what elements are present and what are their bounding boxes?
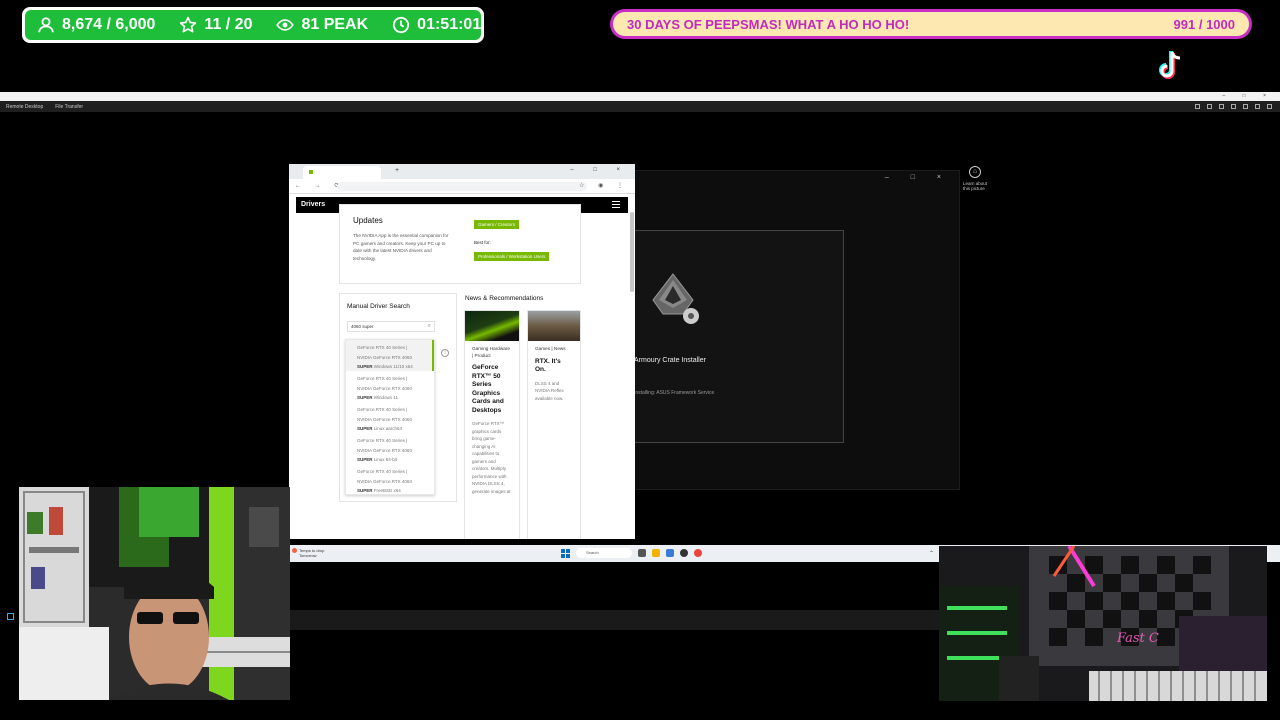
armoury-window-controls[interactable]: – □ ×	[885, 174, 951, 181]
search-icon[interactable]: ⌕	[428, 323, 431, 330]
remote-desktop-bottom-area	[289, 610, 939, 630]
news-card[interactable]: Games | News RTX. It's On. DLSS 4 and NV…	[527, 310, 581, 539]
search-result-item[interactable]: GeForce RTX 40 Series | NVIDIA GeForce R…	[346, 340, 434, 371]
info-icon[interactable]: i	[441, 349, 449, 357]
browser-window: + – □ × ← → ⟳ ☆ ◉ ⋮ Drivers Updates The …	[289, 164, 635, 539]
search-result-item[interactable]: GeForce RTX 40 Series | NVIDIA GeForce R…	[346, 433, 434, 464]
news-card-image	[528, 311, 580, 341]
goal-progress: 991 / 1000	[1173, 16, 1235, 32]
armoury-installer-panel	[632, 230, 844, 443]
search-result-item[interactable]: GeForce RTX 40 Series | NVIDIA GeForce R…	[346, 402, 434, 433]
task-view-icon[interactable]	[638, 549, 646, 557]
news-card-image	[465, 311, 519, 341]
chrome-icon[interactable]	[694, 549, 702, 557]
viewers-stat: 81 PEAK	[264, 10, 380, 40]
keyboard-icon[interactable]	[1219, 104, 1224, 109]
display-icon[interactable]	[1207, 104, 1212, 109]
fullscreen-icon[interactable]	[1267, 104, 1272, 109]
manual-search-title: Manual Driver Search	[347, 303, 410, 310]
browser-tab[interactable]	[303, 166, 381, 179]
followers-stat: 8,674 / 6,000	[25, 10, 167, 40]
stars-stat: 11 / 20	[167, 10, 264, 40]
search-result-item[interactable]: GeForce RTX 40 Series | NVIDIA GeForce R…	[346, 371, 434, 402]
updates-description: The NVIDIA App is the essential companio…	[353, 233, 449, 261]
windows-start-icon[interactable]	[561, 548, 570, 558]
tab-file-transfer[interactable]: File Transfer	[49, 104, 89, 110]
chat-icon[interactable]	[1243, 104, 1248, 109]
news-card-category: Gaming Hardware | Product	[472, 346, 511, 358]
clipboard-icon[interactable]	[1231, 104, 1236, 109]
remote-toolbar-tools	[1195, 104, 1280, 109]
file-explorer-icon[interactable]	[652, 549, 660, 557]
clock-icon	[393, 16, 410, 34]
uptime-stat: 01:51:01	[380, 10, 493, 40]
news-card[interactable]: Gaming Hardware | Product GeForce RTX™ 5…	[464, 310, 520, 539]
address-bar[interactable]	[337, 182, 587, 191]
tab-remote-desktop[interactable]: Remote Desktop	[0, 104, 49, 110]
weather-widget[interactable]: Temps to drop Tomorrow	[292, 548, 324, 558]
remote-desktop-titlebar: – □ ×	[0, 92, 1280, 101]
hamburger-menu-icon[interactable]	[612, 201, 620, 208]
user-icon	[38, 17, 54, 33]
nav-title[interactable]: Drivers	[301, 201, 325, 208]
star-icon	[180, 16, 197, 33]
professionals-button[interactable]: Professionals / Workstation Users	[474, 252, 550, 261]
page-scrollbar[interactable]	[630, 212, 634, 292]
window-controls[interactable]: – □ ×	[1223, 92, 1275, 101]
store-icon[interactable]	[666, 549, 674, 557]
tray-chevron-icon[interactable]: ⌃	[929, 550, 934, 557]
news-card-description: DLSS 4 and NVIDIA Reflex available now.	[535, 380, 564, 401]
stars-value: 11 / 20	[204, 16, 253, 33]
followers-value: 8,674 / 6,000	[62, 16, 156, 33]
uptime-value: 01:51:01	[417, 16, 482, 33]
goal-bar: 30 DAYS OF PEEPSMAS! WHAT A HO HO HO! 99…	[610, 9, 1252, 39]
taskbar-search[interactable]: Search	[576, 548, 632, 558]
tiktok-logo-icon	[1159, 51, 1181, 79]
learn-about-picture-icon[interactable]: ⌂	[969, 166, 981, 178]
nvidia-favicon-icon	[309, 170, 313, 174]
driver-search-input[interactable]: 4060 super ⌕	[347, 321, 435, 332]
settings-icon[interactable]	[1255, 104, 1260, 109]
app-icon[interactable]	[680, 549, 688, 557]
studio-webcam: Fast C	[939, 546, 1267, 701]
news-card-category: Games | News	[535, 346, 566, 351]
armoury-crate-logo-icon	[652, 273, 699, 324]
new-tab-icon[interactable]: +	[395, 167, 399, 174]
side-app-icon[interactable]	[0, 609, 20, 629]
browser-tabbar: + – □ ×	[289, 164, 635, 179]
viewers-value: 81 PEAK	[301, 16, 369, 33]
stream-stats-bar: 8,674 / 6,000 11 / 20 81 PEAK 01:51:01	[22, 7, 484, 43]
updates-title: Updates	[353, 216, 383, 225]
search-result-item[interactable]: GeForce RTX 40 Series | NVIDIA GeForce R…	[346, 464, 434, 495]
browser-window-controls[interactable]: – □ ×	[570, 167, 629, 173]
search-query: 4060 super	[351, 324, 374, 329]
gamers-creators-button[interactable]: Gamers / Creators	[474, 220, 520, 229]
goal-title: 30 DAYS OF PEEPSMAS! WHAT A HO HO HO!	[627, 16, 910, 32]
info-icon[interactable]	[1195, 104, 1200, 109]
news-card-description: GeForce RTX™ graphics cards bring game-c…	[472, 421, 511, 494]
news-card-headline: RTX. It's On.	[535, 357, 561, 374]
search-results-dropdown: GeForce RTX 40 Series | NVIDIA GeForce R…	[345, 339, 435, 495]
svg-text:Fast C: Fast C	[1116, 631, 1159, 646]
eye-icon	[276, 19, 295, 31]
armoury-title: Armoury Crate Installer	[634, 357, 706, 364]
best-for-label: Best for:	[474, 240, 491, 245]
browser-tool-icons[interactable]: ☆ ◉ ⋮	[579, 182, 629, 189]
news-title: News & Recommendations	[465, 295, 544, 302]
streamer-webcam	[19, 487, 290, 700]
taskbar-center: Search	[561, 548, 702, 558]
remote-desktop-toolbar: Remote Desktop File Transfer	[0, 101, 1280, 112]
learn-about-picture-label[interactable]: Learn about this picture	[963, 181, 993, 191]
news-card-headline: GeForce RTX™ 50 Series Graphics Cards an…	[472, 364, 504, 414]
browser-address-row: ← → ⟳ ☆ ◉ ⋮	[289, 179, 635, 194]
armoury-status: Installing: ASUS Framework Service	[634, 390, 715, 396]
